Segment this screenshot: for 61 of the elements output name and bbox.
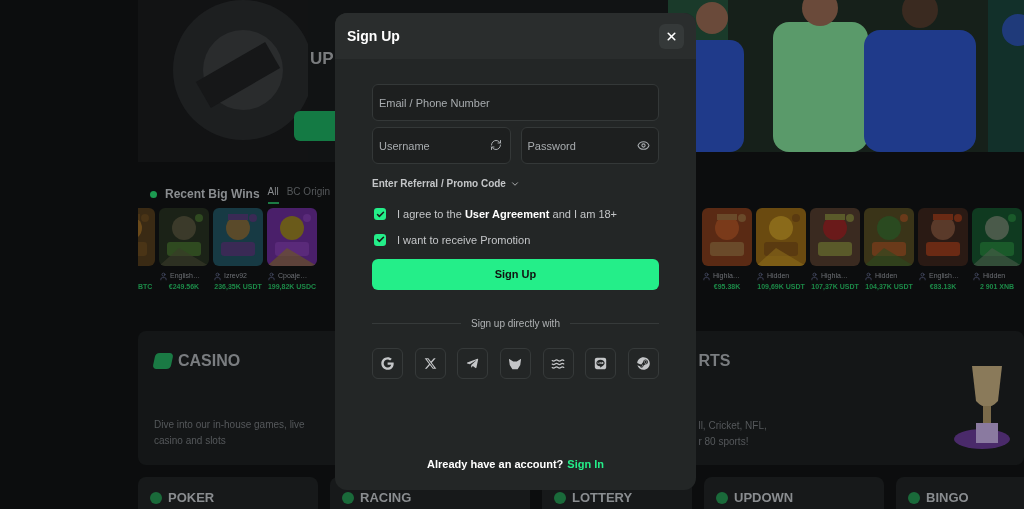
google-button[interactable] [372,348,403,379]
divider-label: Sign up directly with [471,317,560,331]
panel-description: ll, Cricket, NFL, [698,418,767,433]
panel-title: CASINO [178,350,241,371]
category-icon [342,491,354,504]
filter-tab[interactable]: All [267,184,279,204]
sign-up-button[interactable]: Sign Up [372,259,659,290]
checkbox[interactable] [374,208,386,221]
banner-heading: UP [310,48,335,70]
user-icon [972,271,981,281]
category-icon [908,491,920,504]
chat-bubble-icon [594,357,608,370]
close-icon [665,29,678,43]
user-icon [810,271,819,281]
x-logo-button[interactable] [414,348,446,379]
x-logo-icon [423,357,437,370]
user-icon [918,271,927,281]
category-title: LOTTERY [572,490,633,505]
category-icon [716,491,728,504]
user-icon [756,271,765,281]
user-icon [702,271,711,281]
filter-tab[interactable]: BC Origin [286,184,331,204]
email-field[interactable]: Email / Phone Number [372,84,659,121]
user-icon [213,271,222,281]
refresh-icon[interactable] [489,139,502,151]
section-title: Recent Big Wins [165,186,260,203]
footer-text: Already have an account? [427,456,564,472]
user-icon [267,271,276,281]
category-icon [554,491,566,504]
username-field[interactable]: Username [372,127,511,164]
cards-icon [152,352,174,369]
category-card[interactable]: POKER [138,476,318,509]
telegram-icon [466,357,480,370]
checkbox[interactable] [374,233,386,246]
category-card[interactable]: BINGO [896,476,1024,509]
category-card[interactable]: UPDOWN [704,476,884,509]
close-button[interactable] [659,23,684,49]
password-field[interactable]: Password [520,127,659,164]
checkbox-label: I agree to the User Agreement and I am 18+ [397,207,618,222]
sign-in-link[interactable]: Sign In [567,455,604,472]
dialog-title: Sign Up [347,26,400,46]
panel-title: RTS [698,350,732,371]
user-icon [864,271,873,281]
wave-icon [551,356,566,371]
category-title: RACING [360,490,412,505]
steam-icon [636,357,650,370]
chat-bubble-button[interactable] [585,348,617,379]
category-title: POKER [168,490,215,505]
user-icon [159,271,168,281]
eye-icon[interactable] [637,139,650,152]
category-icon [150,491,162,504]
referral-toggle[interactable]: Enter Referral / Promo Code [372,176,520,191]
steam-button[interactable] [627,348,659,379]
category-title: BINGO [926,490,969,505]
checkbox-label: I want to receive Promotion [397,232,531,248]
panel-description: r 80 sports! [698,434,750,449]
wave-button[interactable] [542,348,574,379]
telegram-button[interactable] [457,348,489,379]
google-icon [381,357,394,370]
category-title: UPDOWN [734,490,794,505]
panel-description: Dive into our in-house games, live casino and slots [154,417,306,448]
